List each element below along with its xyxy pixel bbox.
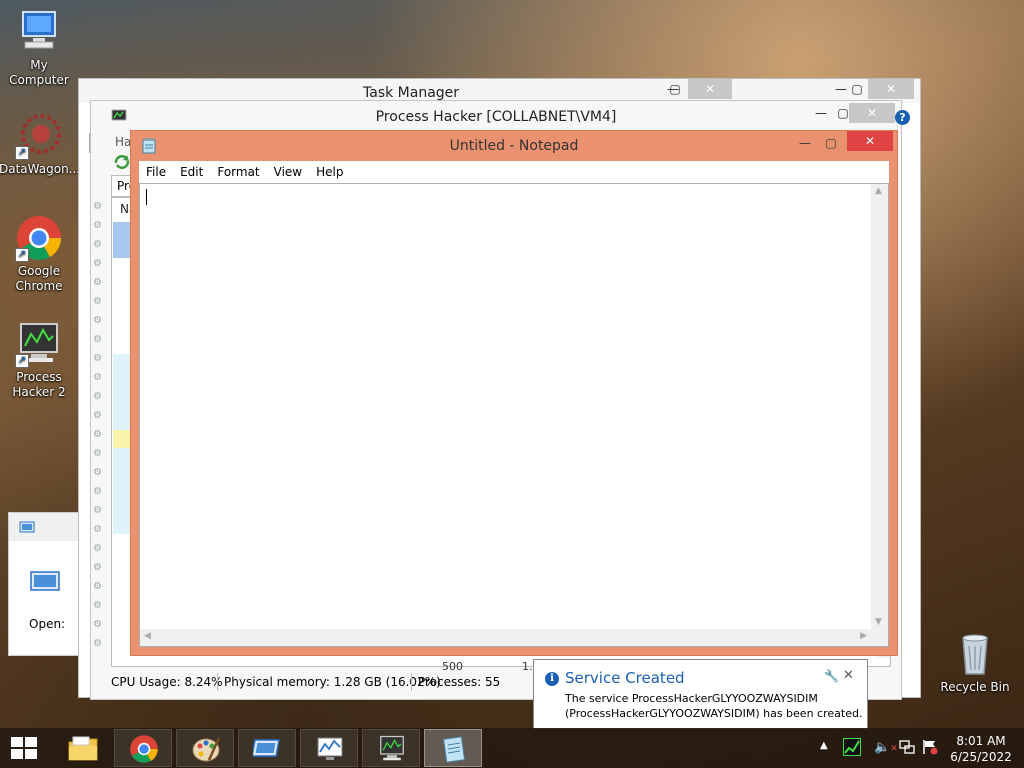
desktop-icon-label: Google Chrome [15,264,63,293]
scrollbar-corner [871,629,888,646]
status-divider [411,673,412,691]
shortcut-arrow-icon: ↗ [15,248,29,262]
notepad-icon [442,736,466,763]
process-hacker-titlebar[interactable]: Process Hacker [COLLABNET\VM4] — ▢ ✕ [91,101,901,131]
notepad-horizontal-scrollbar[interactable]: ◀ ▶ [140,629,871,646]
process-hacker-title: Process Hacker [COLLABNET\VM4] [375,109,617,125]
notepad-text-area[interactable]: ▲ ▼ ◀ ▶ [139,183,889,647]
performance-monitor-icon [317,737,343,760]
run-dialog-titlebar[interactable] [9,513,81,541]
process-row-highlight[interactable] [113,222,131,258]
recycle-bin-icon [951,630,999,678]
notification-settings-icon[interactable]: 🔧 [824,669,839,683]
tray-process-hacker-icon[interactable] [843,738,861,756]
windows-logo-icon [11,737,37,759]
remote-desktop-icon [253,739,280,757]
show-hidden-icons-button[interactable]: ▲ [820,740,828,751]
start-button[interactable] [0,728,48,768]
network-icon[interactable] [899,739,915,758]
notepad-titlebar[interactable]: Untitled - Notepad — ▢ ✕ [131,131,897,161]
taskbar-notepad[interactable] [424,729,482,767]
taskbar-remote-desktop[interactable] [238,729,296,767]
open-label: Open: [29,617,66,631]
desktop-icon-label: DataWagon... [0,162,81,176]
network-monitor-icon [899,740,915,754]
process-hacker-icon [380,735,404,761]
desktop-icon-label: Process Hacker 2 [12,370,66,399]
notepad-vertical-scrollbar[interactable]: ▲ ▼ [871,184,888,629]
run-icon [19,521,35,533]
notification-body-line2: (ProcessHackerGLYYOOZWAYSIDIM) has been … [565,707,863,720]
notepad-menubar: File Edit Format View Help [139,161,889,183]
process-hacker-icon: ↗ [15,320,63,368]
desktop-icon-datawagon[interactable]: ↗ DataWagon... [0,112,81,177]
scroll-up-arrow-icon[interactable]: ▲ [875,186,882,196]
process-row-highlight[interactable] [113,430,131,448]
menu-edit[interactable]: Edit [173,161,210,183]
taskbar-google-chrome[interactable] [114,729,172,767]
service-created-notification[interactable]: i Service Created 🔧 ✕ The service Proces… [533,659,868,729]
task-manager-close-button[interactable]: ✕ [688,79,732,99]
notepad-window[interactable]: Untitled - Notepad — ▢ ✕ File Edit Format V… [130,130,898,656]
notepad-title: Untitled - Notepad [449,138,579,154]
chrome-icon: ↗ [15,214,63,262]
taskbar-process-hacker[interactable] [362,729,420,767]
run-dialog[interactable]: Open: [8,512,81,656]
desktop-icon-label: Recycle Bin [940,680,1010,694]
text-caret [146,189,147,205]
process-hacker-close-button[interactable]: ✕ [849,103,895,123]
notepad-minimize-button[interactable]: — [791,133,819,153]
menu-format[interactable]: Format [210,161,266,183]
desktop-icon-recycle-bin[interactable]: Recycle Bin [935,630,1015,695]
status-memory: Physical memory: 1.28 GB (16.02%) [224,675,441,689]
status-divider [217,673,218,691]
task-manager-maximize-button-2[interactable]: ▢ [843,79,871,99]
notification-close-button[interactable]: ✕ [843,668,854,683]
volume-muted-icon[interactable]: 🔈✕ [874,740,898,755]
taskbar-performance-monitor[interactable] [300,729,358,767]
notepad-maximize-button[interactable]: ▢ [817,133,845,153]
desktop-icon-process-hacker[interactable]: ↗ Process Hacker 2 [0,320,79,400]
process-hacker-menu-fragment[interactable]: Ha [115,135,131,149]
menu-help[interactable]: Help [309,161,350,183]
chrome-icon [130,735,158,763]
folder-icon [68,736,98,761]
process-icons-column: ⚙ ⚙ ⚙ ⚙ ⚙ ⚙ ⚙ ⚙ ⚙ ⚙ ⚙ ⚙ ⚙ ⚙ ⚙ ⚙ ⚙ ⚙ ⚙ ⚙ ⚙ ⚙ ⚙ ⚙ [93,201,102,649]
flag-icon [923,740,938,755]
shortcut-arrow-icon: ↗ [15,146,29,160]
taskbar: ▲ 🔈✕ 8:01 AM 6/25/2022 [0,728,1024,768]
desktop-icon-google-chrome[interactable]: ↗ Google Chrome [0,214,79,294]
notepad-close-button[interactable]: ✕ [847,131,893,151]
taskbar-paint[interactable] [176,729,234,767]
help-icon[interactable]: ? [895,110,910,125]
action-center-flag-icon[interactable] [922,739,938,758]
scroll-right-arrow-icon[interactable]: ▶ [860,631,867,641]
shortcut-arrow-icon: ↗ [15,354,29,368]
notification-title: Service Created [565,669,685,687]
paint-palette-icon [192,737,221,762]
taskbar-file-explorer[interactable] [52,729,110,767]
refresh-icon[interactable] [113,154,131,170]
status-cpu: CPU Usage: 8.24% [111,675,223,689]
info-icon: i [545,672,559,686]
clock-date: 6/25/2022 [950,750,1012,764]
status-processes: Processes: 55 [418,675,501,689]
clock[interactable]: 8:01 AM 6/25/2022 [946,733,1016,765]
scroll-left-arrow-icon[interactable]: ◀ [144,631,151,641]
desktop-icon-label: My Computer [9,58,69,87]
activity-graph-icon [844,740,860,754]
scroll-down-arrow-icon[interactable]: ▼ [875,617,882,627]
notification-body-line1: The service ProcessHackerGLYYOOZWAYSIDIM [565,692,818,705]
menu-view[interactable]: View [267,161,309,183]
datawagon-icon: ↗ [15,112,63,160]
clock-time: 8:01 AM [956,734,1006,748]
task-manager-close-button-2[interactable]: ✕ [868,79,914,99]
run-large-icon [30,571,60,591]
menu-file[interactable]: File [139,161,173,183]
desktop-icon-my-computer[interactable]: My Computer [0,8,79,88]
computer-icon [15,8,63,56]
task-manager-maximize-button[interactable]: ▢ [661,79,689,99]
